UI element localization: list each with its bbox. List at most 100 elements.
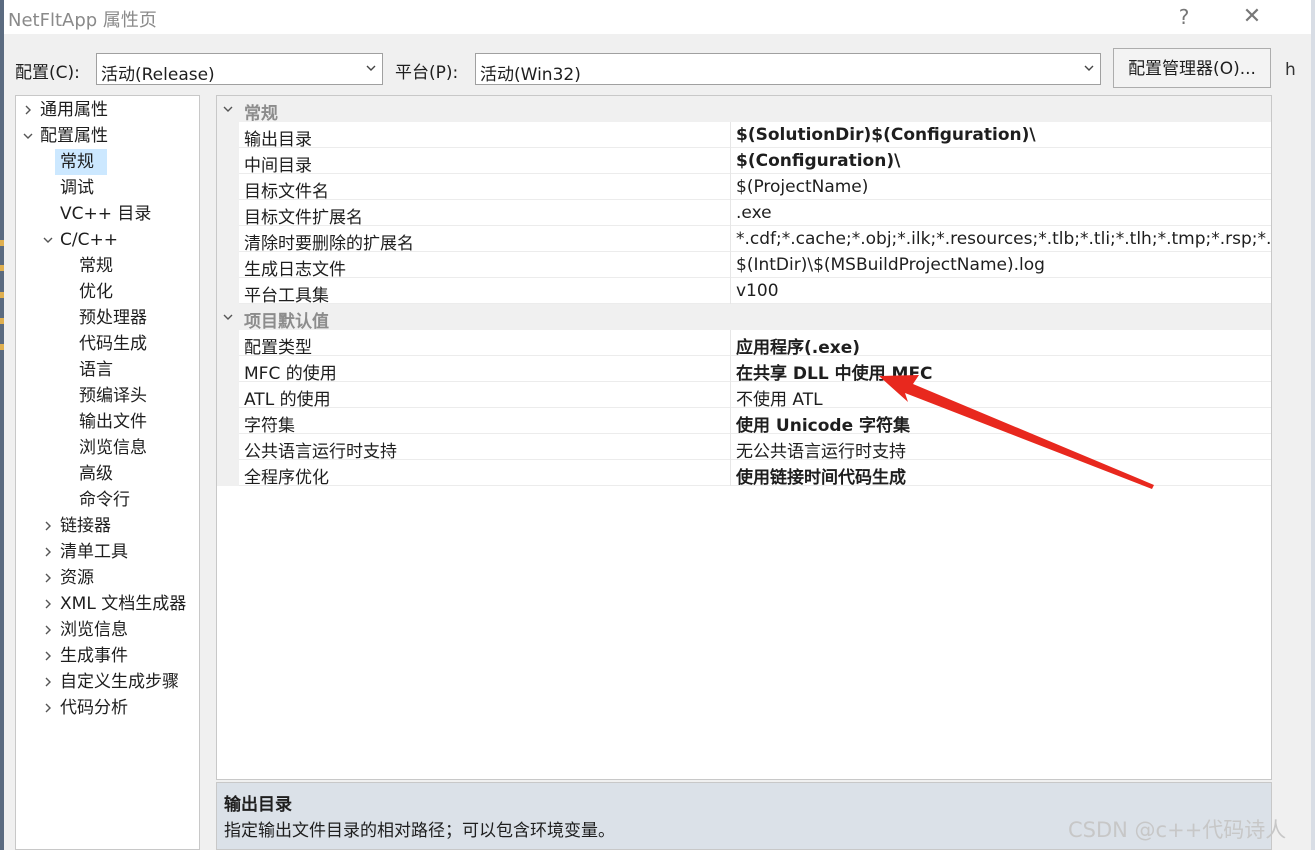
tree-item[interactable]: 命令行 bbox=[16, 487, 199, 513]
tree-item-label: 浏览信息 bbox=[60, 620, 128, 640]
chevron-right-icon[interactable] bbox=[23, 105, 33, 115]
property-value[interactable]: $(ProjectName) bbox=[736, 177, 868, 197]
property-value[interactable]: 无公共语言运行时支持 bbox=[736, 437, 906, 462]
tree-item[interactable]: 自定义生成步骤 bbox=[16, 669, 199, 695]
property-value[interactable]: $(Configuration)\ bbox=[736, 151, 900, 171]
property-name: 目标文件扩展名 bbox=[244, 208, 363, 228]
property-row[interactable]: 输出目录 $(SolutionDir)$(Configuration)\ bbox=[217, 122, 1271, 150]
tree-item[interactable]: 通用属性 bbox=[16, 97, 199, 123]
chevron-right-icon[interactable] bbox=[43, 625, 53, 635]
platform-label: 平台(P): bbox=[395, 63, 459, 83]
close-button[interactable]: ✕ bbox=[1237, 4, 1267, 30]
property-row[interactable]: ATL 的使用 不使用 ATL bbox=[217, 382, 1271, 410]
column-divider[interactable] bbox=[730, 434, 731, 460]
tree-item-label: 生成事件 bbox=[60, 646, 128, 666]
chevron-right-icon[interactable] bbox=[43, 573, 53, 583]
column-divider[interactable] bbox=[730, 278, 731, 304]
chevron-right-icon[interactable] bbox=[43, 521, 53, 531]
tree-item[interactable]: 资源 bbox=[16, 565, 199, 591]
tree-item[interactable]: 调试 bbox=[16, 175, 199, 201]
property-row[interactable]: 全程序优化 使用链接时间代码生成 bbox=[217, 460, 1271, 488]
property-row[interactable]: 中间目录 $(Configuration)\ bbox=[217, 148, 1271, 176]
property-row[interactable]: 字符集 使用 Unicode 字符集 bbox=[217, 408, 1271, 436]
tree-item[interactable]: 代码分析 bbox=[16, 695, 199, 721]
tree-item-label: VC++ 目录 bbox=[60, 204, 152, 224]
tree-item[interactable]: 语言 bbox=[16, 357, 199, 383]
platform-dropdown-value: 活动(Win32) bbox=[480, 65, 581, 85]
column-divider[interactable] bbox=[730, 226, 731, 252]
tree-item[interactable]: 优化 bbox=[16, 279, 199, 305]
column-divider[interactable] bbox=[730, 408, 731, 434]
tree-item[interactable]: 常规 bbox=[55, 149, 107, 175]
column-divider[interactable] bbox=[730, 122, 731, 148]
tree-item[interactable]: VC++ 目录 bbox=[16, 201, 199, 227]
column-divider[interactable] bbox=[730, 252, 731, 278]
chevron-down-icon bbox=[1084, 65, 1094, 71]
property-row[interactable]: 生成日志文件 $(IntDir)\$(MSBuildProjectName).lo… bbox=[217, 252, 1271, 280]
chevron-down-icon[interactable] bbox=[223, 312, 233, 322]
property-value[interactable]: $(SolutionDir)$(Configuration)\ bbox=[736, 125, 1036, 145]
tree-item[interactable]: 预编译头 bbox=[16, 383, 199, 409]
tree-item[interactable]: 输出文件 bbox=[16, 409, 199, 435]
property-tree[interactable]: 通用属性 配置属性 常规 调试 VC++ 目录 C/C++ 常规 优化 预处理器 代码生成 语言 预编… bbox=[15, 95, 200, 850]
property-value[interactable]: $(IntDir)\$(MSBuildProjectName).log bbox=[736, 255, 1045, 275]
column-divider[interactable] bbox=[730, 200, 731, 226]
column-divider[interactable] bbox=[730, 330, 731, 356]
chevron-down-icon[interactable] bbox=[43, 235, 53, 245]
chevron-right-icon[interactable] bbox=[43, 599, 53, 609]
tree-item[interactable]: C/C++ bbox=[16, 227, 199, 253]
chevron-right-icon[interactable] bbox=[43, 677, 53, 687]
chevron-right-icon[interactable] bbox=[43, 703, 53, 713]
section-header[interactable]: 项目默认值 bbox=[217, 304, 1271, 332]
tree-item[interactable]: 常规 bbox=[16, 253, 199, 279]
tree-item[interactable]: 浏览信息 bbox=[16, 435, 199, 461]
tree-item[interactable]: 链接器 bbox=[16, 513, 199, 539]
property-row[interactable]: 目标文件名 $(ProjectName) bbox=[217, 174, 1271, 202]
column-divider[interactable] bbox=[730, 356, 731, 382]
property-value[interactable]: 应用程序(.exe) bbox=[736, 333, 860, 358]
property-value[interactable]: 不使用 ATL bbox=[736, 385, 823, 410]
tree-item[interactable]: 高级 bbox=[16, 461, 199, 487]
property-grid[interactable]: 常规 输出目录 $(SolutionDir)$(Configuration)\ 中间目… bbox=[216, 95, 1272, 780]
tree-item[interactable]: 配置属性 bbox=[16, 123, 199, 149]
tree-item-label: 常规 bbox=[79, 256, 113, 276]
section-header[interactable]: 常规 bbox=[217, 96, 1271, 124]
chevron-down-icon[interactable] bbox=[23, 131, 33, 141]
property-value[interactable]: *.cdf;*.cache;*.obj;*.ilk;*.resources;*.… bbox=[736, 229, 1271, 249]
tree-item[interactable]: 代码生成 bbox=[16, 331, 199, 357]
configuration-manager-button[interactable]: 配置管理器(O)... bbox=[1113, 48, 1271, 88]
tree-item-label: 优化 bbox=[79, 282, 113, 302]
column-divider[interactable] bbox=[730, 174, 731, 200]
column-divider[interactable] bbox=[730, 460, 731, 486]
property-value[interactable]: 使用链接时间代码生成 bbox=[736, 463, 906, 488]
column-divider[interactable] bbox=[730, 148, 731, 174]
property-value[interactable]: .exe bbox=[736, 203, 772, 223]
row-gutter bbox=[217, 200, 239, 226]
tree-item-label: 清单工具 bbox=[60, 542, 128, 562]
tree-item-label: C/C++ bbox=[60, 230, 118, 250]
column-divider[interactable] bbox=[730, 382, 731, 408]
tree-item[interactable]: 预处理器 bbox=[16, 305, 199, 331]
property-name: 公共语言运行时支持 bbox=[244, 442, 397, 462]
property-row[interactable]: 公共语言运行时支持 无公共语言运行时支持 bbox=[217, 434, 1271, 462]
chevron-right-icon[interactable] bbox=[43, 547, 53, 557]
config-dropdown[interactable]: 活动(Release) bbox=[96, 53, 383, 85]
property-row[interactable]: 清除时要删除的扩展名 *.cdf;*.cache;*.obj;*.ilk;*.re… bbox=[217, 226, 1271, 254]
title-bar: NetFltApp 属性页 ? ✕ bbox=[4, 0, 1311, 34]
property-value[interactable]: 使用 Unicode 字符集 bbox=[736, 411, 910, 436]
chevron-right-icon[interactable] bbox=[43, 651, 53, 661]
property-row[interactable]: 平台工具集 v100 bbox=[217, 278, 1271, 306]
chevron-down-icon[interactable] bbox=[223, 104, 233, 114]
row-gutter bbox=[217, 278, 239, 304]
property-value[interactable]: v100 bbox=[736, 281, 779, 301]
tree-item[interactable]: XML 文档生成器 bbox=[16, 591, 199, 617]
property-row[interactable]: MFC 的使用 在共享 DLL 中使用 MFC bbox=[217, 356, 1271, 384]
tree-item[interactable]: 浏览信息 bbox=[16, 617, 199, 643]
property-value[interactable]: 在共享 DLL 中使用 MFC bbox=[736, 359, 933, 384]
property-row[interactable]: 配置类型 应用程序(.exe) bbox=[217, 330, 1271, 358]
tree-item[interactable]: 生成事件 bbox=[16, 643, 199, 669]
platform-dropdown[interactable]: 活动(Win32) bbox=[475, 53, 1101, 85]
tree-item[interactable]: 清单工具 bbox=[16, 539, 199, 565]
help-button[interactable]: ? bbox=[1169, 4, 1199, 30]
property-row[interactable]: 目标文件扩展名 .exe bbox=[217, 200, 1271, 228]
